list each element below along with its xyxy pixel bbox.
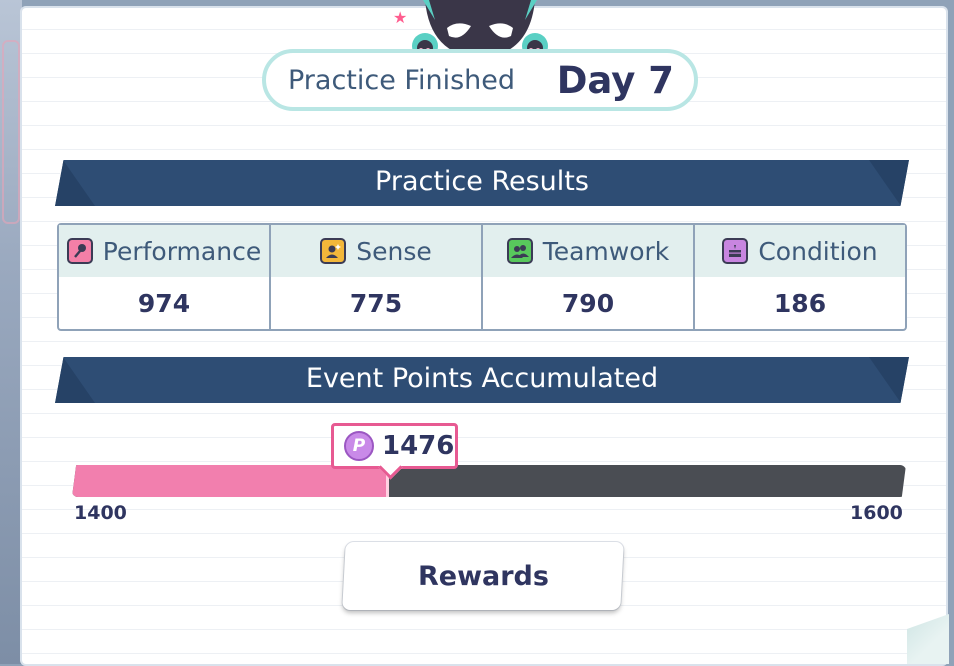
rewards-button-label: Rewards <box>417 560 549 592</box>
stat-value: 775 <box>349 288 403 318</box>
star-icon: ★ <box>393 8 408 27</box>
stats-table: Performance 974 Sense 775 Teamwork 790 C… <box>57 223 907 331</box>
point-coin-icon: P <box>344 431 374 461</box>
person-sparkle-icon <box>320 238 347 264</box>
stat-name: Condition <box>758 236 878 266</box>
current-points-bubble: P 1476 <box>331 423 458 469</box>
background-decoration <box>2 40 20 224</box>
current-points-value: 1476 <box>382 431 455 461</box>
progress-min-label: 1400 <box>74 502 127 524</box>
day-label: Day 7 <box>556 59 674 102</box>
progress-max-label: 1600 <box>850 502 903 524</box>
stat-value: 974 <box>137 288 191 318</box>
background-strip <box>0 0 22 664</box>
stat-sense: Sense 775 <box>269 225 481 329</box>
practice-results-banner: Practice Results <box>55 160 909 206</box>
event-points-progress-bar <box>72 465 906 497</box>
microphone-icon <box>66 238 93 264</box>
stat-name: Performance <box>102 236 262 266</box>
practice-results-title: Practice Results <box>375 166 589 197</box>
stat-performance: Performance 974 <box>59 225 269 329</box>
stat-name: Teamwork <box>542 236 670 266</box>
event-points-banner: Event Points Accumulated <box>55 357 909 403</box>
cake-icon <box>722 238 749 264</box>
stat-condition: Condition 186 <box>693 225 905 329</box>
progress-fill <box>72 465 389 497</box>
stat-value: 790 <box>561 288 615 318</box>
title-pill: Practice Finished Day 7 <box>262 49 698 111</box>
stat-value: 186 <box>773 288 827 318</box>
rewards-button[interactable]: Rewards <box>342 542 624 610</box>
event-points-title: Event Points Accumulated <box>305 363 659 394</box>
stat-name: Sense <box>356 236 432 266</box>
two-people-icon <box>506 238 533 264</box>
stat-teamwork: Teamwork 790 <box>481 225 693 329</box>
title-label: Practice Finished <box>288 65 516 96</box>
